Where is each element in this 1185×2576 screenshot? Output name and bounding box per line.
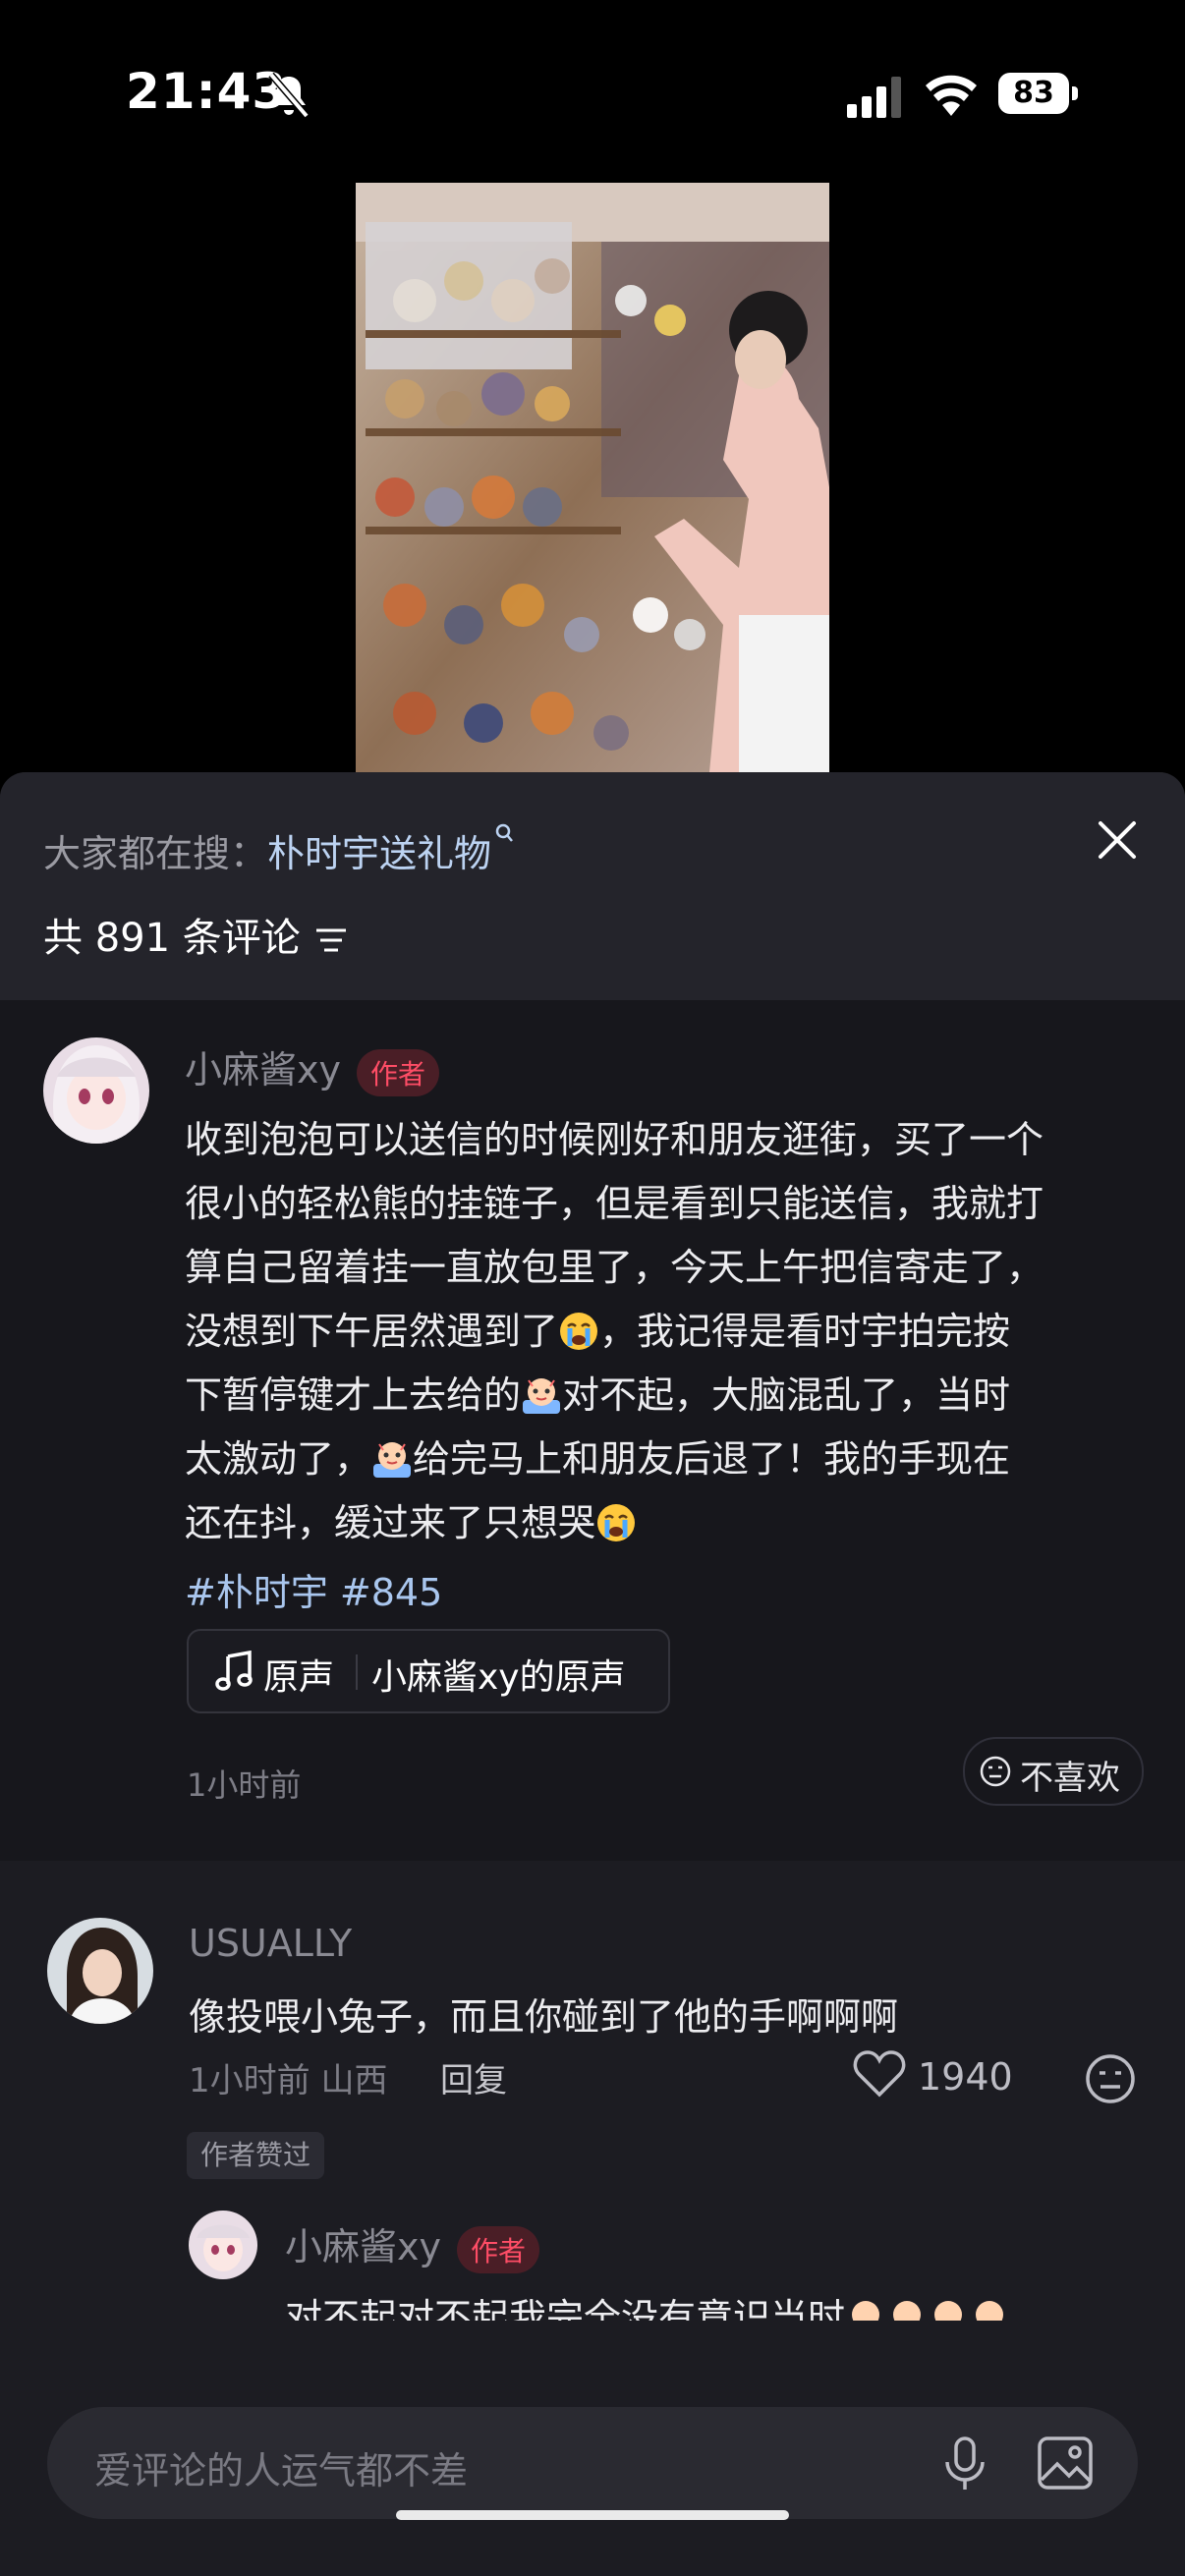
trending-keyword[interactable]: 朴时宇送礼物 — [267, 832, 491, 875]
music-label: 原声 — [263, 1657, 335, 1698]
original-sound-chip[interactable]: 原声 小麻酱xy的原声 — [187, 1629, 670, 1713]
post-line-part: 给完马上和朋友后退了！我的手现在 — [413, 1437, 1011, 1481]
neutral-face-icon[interactable] — [1083, 2051, 1138, 2106]
crying-emoji-icon — [597, 1504, 636, 1541]
battery-level: 83 — [998, 73, 1069, 114]
reply-user-name[interactable]: 小麻酱xy 作者 — [285, 2216, 539, 2273]
reply-text: 对不起对不起我完全没有意识当时 — [285, 2287, 1010, 2321]
sweating-emoji-icon — [934, 2301, 963, 2321]
wifi-icon — [926, 75, 977, 116]
sort-icon[interactable] — [314, 925, 348, 955]
comment-input-placeholder: 爱评论的人运气都不差 — [94, 2449, 469, 2492]
reply-text-clip: 对不起对不起我完全没有意识当时 — [285, 2285, 1140, 2321]
dislike-button[interactable]: 不喜欢 — [963, 1737, 1144, 1806]
author-liked-tag: 作者赞过 — [187, 2132, 325, 2179]
post-line: 下暂停键才上去给的 对不起，大脑混乱了，当时 — [185, 1364, 1148, 1428]
post-line: 还在抖，缓过来了只想哭 — [185, 1491, 1148, 1555]
post-line-part: 太激动了， — [185, 1437, 372, 1481]
post-line: 收到泡泡可以送信的时候刚好和朋友逛街，买了一个 — [185, 1118, 1044, 1161]
like-count: 1940 — [918, 2055, 1013, 2099]
mute-bell-icon — [268, 72, 310, 119]
heart-icon — [853, 2050, 906, 2098]
post-line: 太激动了， 给完马上和朋友后退了！我的手现在 — [185, 1428, 1148, 1491]
reply-button[interactable]: 回复 — [440, 2053, 507, 2101]
dislike-label: 不喜欢 — [1020, 1759, 1120, 1798]
comment-user-name[interactable]: USUALLY — [189, 1922, 352, 1965]
home-indicator — [0, 2505, 1185, 2520]
sweating-emoji-icon — [893, 2301, 922, 2321]
post-line-part: 对不起，大脑混乱了，当时 — [562, 1373, 1011, 1417]
post-hashtags[interactable]: #朴时宇 #845 — [185, 1562, 442, 1616]
mic-icon[interactable] — [939, 2435, 990, 2493]
search-small-icon — [495, 823, 513, 842]
sweating-emoji-icon — [852, 2301, 880, 2321]
comment-count: 共 891 条评论 — [43, 906, 348, 963]
trending-search[interactable]: 大家都在搜：朴时宇送礼物 — [43, 823, 515, 877]
avatar[interactable] — [47, 1918, 153, 2024]
post-line: 没想到下午居然遇到了 ，我记得是看时宇拍完按 — [185, 1300, 1148, 1364]
post-line-part: 下暂停键才上去给的 — [185, 1373, 522, 1417]
reply-text-content: 对不起对不起我完全没有意识当时 — [285, 2296, 846, 2321]
status-bar: 21:43 83 — [0, 0, 1185, 187]
music-note-icon — [215, 1651, 253, 1691]
author-badge: 作者 — [356, 1048, 439, 1096]
author-badge: 作者 — [456, 2225, 539, 2273]
post-author-name[interactable]: 小麻酱xy 作者 — [185, 1039, 439, 1096]
post-line-part: 还在抖，缓过来了只想哭 — [185, 1501, 596, 1544]
comment-sheet-header: 大家都在搜：朴时宇送礼物 共 891 条评论 — [0, 772, 1185, 1000]
comment-list: USUALLY 像投喂小兔子，而且你碰到了他的手啊啊啊 1小时前 山西 回复 1… — [0, 1861, 1185, 2372]
like-button[interactable]: 1940 — [853, 2049, 1013, 2102]
sweating-emoji-icon — [523, 1378, 561, 1414]
avatar[interactable] — [189, 2211, 257, 2279]
dislike-face-icon — [980, 1756, 1011, 1787]
post-author-text: 小麻酱xy — [185, 1048, 341, 1092]
post-line-part: ，我记得是看时宇拍完按 — [599, 1310, 1011, 1353]
reply-user-text: 小麻酱xy — [285, 2225, 441, 2268]
post-text: 收到泡泡可以送信的时候刚好和朋友逛街，买了一个 很小的轻松熊的挂链子，但是看到只… — [185, 1108, 1148, 1555]
music-name: 小麻酱xy的原声 — [371, 1657, 626, 1698]
comment-input[interactable]: 爱评论的人运气都不差 — [47, 2407, 1138, 2519]
comment-count-text: 共 891 条评论 — [43, 916, 301, 961]
comment-text: 像投喂小兔子，而且你碰到了他的手啊啊啊 — [189, 1995, 899, 2039]
status-time: 21:43 — [126, 63, 288, 120]
close-icon[interactable] — [1093, 815, 1142, 865]
sweating-emoji-icon — [976, 2301, 1004, 2321]
post-time: 1小时前 — [187, 1766, 302, 1804]
battery-icon: 83 — [998, 73, 1079, 116]
crying-emoji-icon — [560, 1313, 598, 1350]
comment-sheet: 大家都在搜：朴时宇送礼物 共 891 条评论 小麻酱xy 作者 收到泡泡可以送信的… — [0, 772, 1185, 2576]
author-post: 小麻酱xy 作者 收到泡泡可以送信的时候刚好和朋友逛街，买了一个 很小的轻松熊的挂… — [0, 1000, 1185, 1861]
post-line: 算自己留着挂一直放包里了，今天上午把信寄走了， — [185, 1246, 1044, 1289]
comment-input-bar: 爱评论的人运气都不差 — [0, 2372, 1185, 2576]
post-line-part: 没想到下午居然遇到了 — [185, 1310, 559, 1353]
sweating-emoji-icon — [373, 1442, 412, 1478]
comment-meta: 1小时前 山西 — [189, 2061, 388, 2100]
signal-icon — [847, 77, 901, 118]
image-icon[interactable] — [1036, 2435, 1095, 2492]
avatar[interactable] — [43, 1037, 149, 1144]
trending-prefix: 大家都在搜： — [43, 832, 268, 875]
post-line: 很小的轻松熊的挂链子，但是看到只能送信，我就打 — [185, 1182, 1044, 1225]
video-thumbnail[interactable] — [356, 183, 829, 772]
